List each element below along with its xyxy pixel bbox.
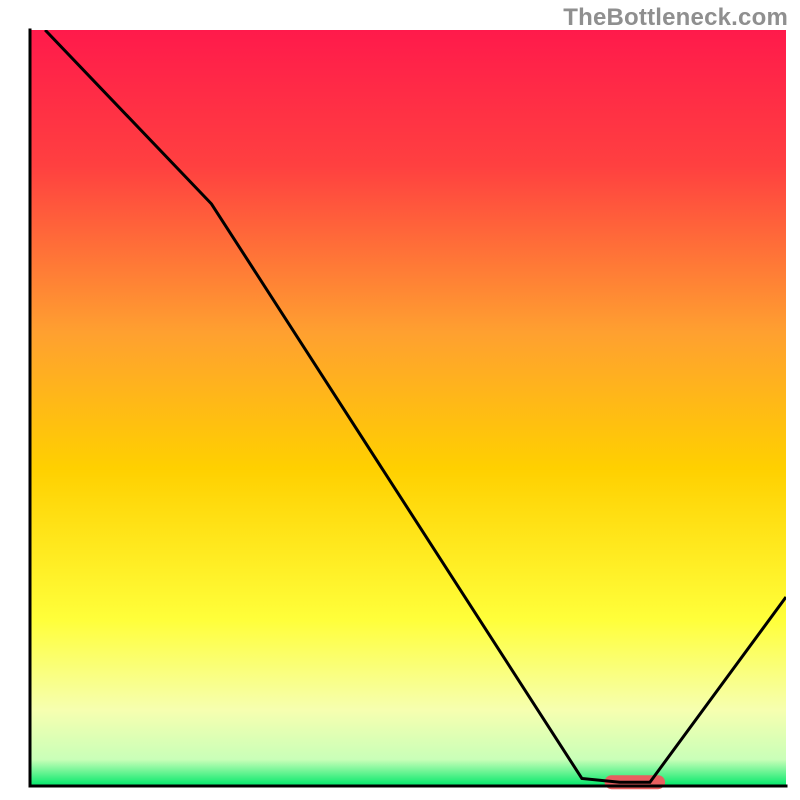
gradient-background — [30, 30, 786, 786]
plot-area — [30, 30, 786, 789]
watermark-text: TheBottleneck.com — [563, 4, 788, 32]
bottleneck-chart — [0, 0, 800, 800]
chart-container: TheBottleneck.com — [0, 0, 800, 800]
